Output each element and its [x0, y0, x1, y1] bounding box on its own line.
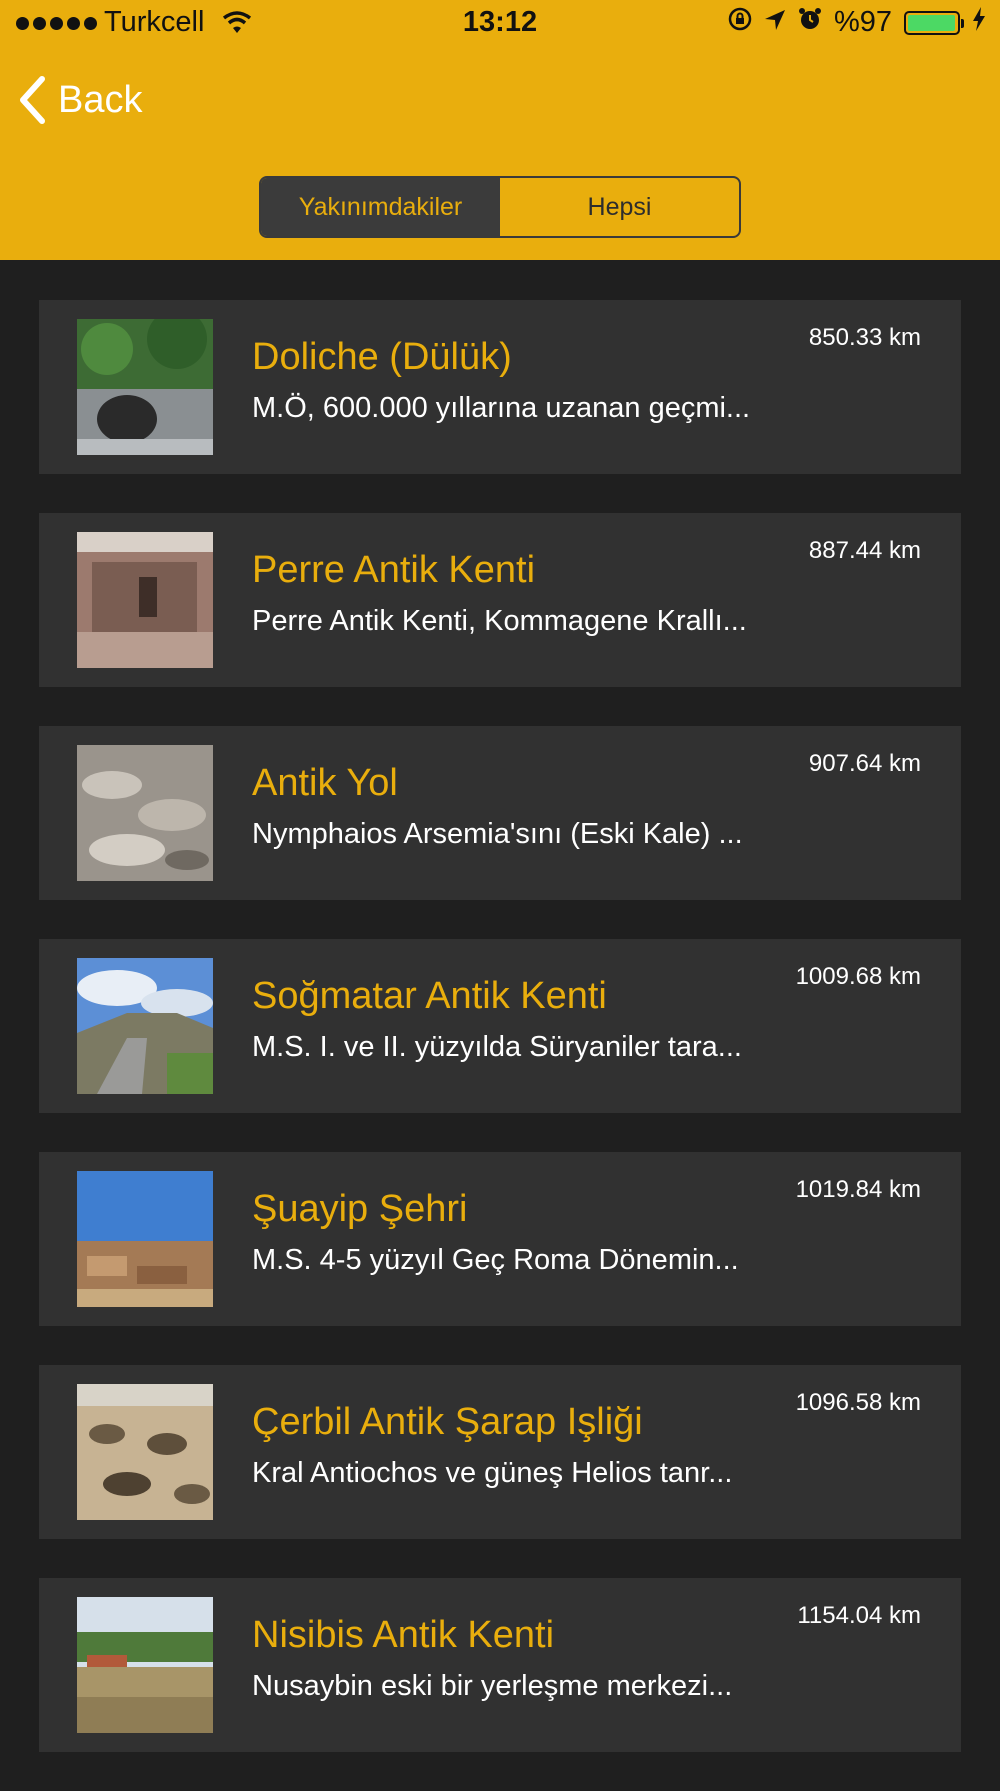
- back-label: Back: [58, 78, 143, 121]
- battery-icon: [904, 10, 964, 35]
- list-item[interactable]: Çerbil Antik Şarap Işliği Kral Antiochos…: [39, 1365, 961, 1539]
- place-thumbnail: [77, 745, 213, 881]
- place-distance: 1009.68 km: [795, 963, 921, 990]
- segment-all[interactable]: Hepsi: [500, 178, 739, 236]
- chevron-left-icon: [20, 76, 45, 124]
- list-item[interactable]: Perre Antik Kenti Perre Antik Kenti, Kom…: [39, 513, 961, 687]
- place-title: Doliche (Dülük): [252, 336, 512, 378]
- place-distance: 850.33 km: [808, 324, 921, 351]
- place-thumbnail: [77, 1384, 213, 1520]
- place-title: Soğmatar Antik Kenti: [252, 975, 607, 1017]
- back-button[interactable]: Back: [18, 72, 142, 128]
- header-bar: Turkcell 13:12 %97 Back Yakınımdakiler H…: [0, 0, 1000, 260]
- place-title: Çerbil Antik Şarap Işliği: [252, 1401, 643, 1443]
- list-item[interactable]: Nisibis Antik Kenti Nusaybin eski bir ye…: [39, 1578, 961, 1752]
- alarm-clock-icon: [798, 6, 822, 39]
- place-distance: 1096.58 km: [795, 1389, 921, 1416]
- place-thumbnail: [77, 319, 213, 455]
- place-description: Perre Antik Kenti, Kommagene Krallı...: [252, 605, 747, 637]
- place-description: Nusaybin eski bir yerleşme merkezi...: [252, 1670, 733, 1702]
- place-thumbnail: [77, 1597, 213, 1733]
- status-bar: Turkcell 13:12 %97: [0, 0, 1000, 50]
- battery-percent: %97: [833, 6, 892, 38]
- segment-nearby[interactable]: Yakınımdakiler: [261, 178, 500, 236]
- place-description: Nymphaios Arsemia'sını (Eski Kale) ...: [252, 818, 743, 850]
- place-thumbnail: [77, 1171, 213, 1307]
- place-title: Perre Antik Kenti: [252, 549, 536, 591]
- place-description: M.S. 4-5 yüzyıl Geç Roma Dönemin...: [252, 1244, 739, 1276]
- place-description: M.S. I. ve II. yüzyılda Süryaniler tara.…: [252, 1031, 742, 1063]
- place-distance: 1154.04 km: [797, 1602, 921, 1629]
- list-item[interactable]: Soğmatar Antik Kenti M.S. I. ve II. yüzy…: [39, 939, 961, 1113]
- places-list: Doliche (Dülük) M.Ö, 600.000 yıllarına u…: [39, 300, 961, 1791]
- orientation-lock-icon: [728, 6, 752, 39]
- place-thumbnail: [77, 958, 213, 1094]
- list-item[interactable]: Şuayip Şehri M.S. 4-5 yüzyıl Geç Roma Dö…: [39, 1152, 961, 1326]
- segmented-control: Yakınımdakiler Hepsi: [259, 176, 741, 238]
- list-item[interactable]: Doliche (Dülük) M.Ö, 600.000 yıllarına u…: [39, 300, 961, 474]
- place-title: Nisibis Antik Kenti: [252, 1614, 555, 1656]
- place-description: M.Ö, 600.000 yıllarına uzanan geçmi...: [252, 392, 751, 424]
- place-distance: 887.44 km: [808, 537, 921, 564]
- place-description: Kral Antiochos ve güneş Helios tanr...: [252, 1457, 733, 1489]
- list-item[interactable]: Antik Yol Nymphaios Arsemia'sını (Eski K…: [39, 726, 961, 900]
- place-distance: 1019.84 km: [795, 1176, 921, 1203]
- place-title: Antik Yol: [252, 762, 398, 804]
- status-right-group: %97: [728, 6, 986, 39]
- location-arrow-icon: [764, 6, 786, 39]
- place-thumbnail: [77, 532, 213, 668]
- charging-bolt-icon: [972, 6, 986, 39]
- place-distance: 907.64 km: [808, 750, 921, 777]
- place-title: Şuayip Şehri: [252, 1188, 468, 1230]
